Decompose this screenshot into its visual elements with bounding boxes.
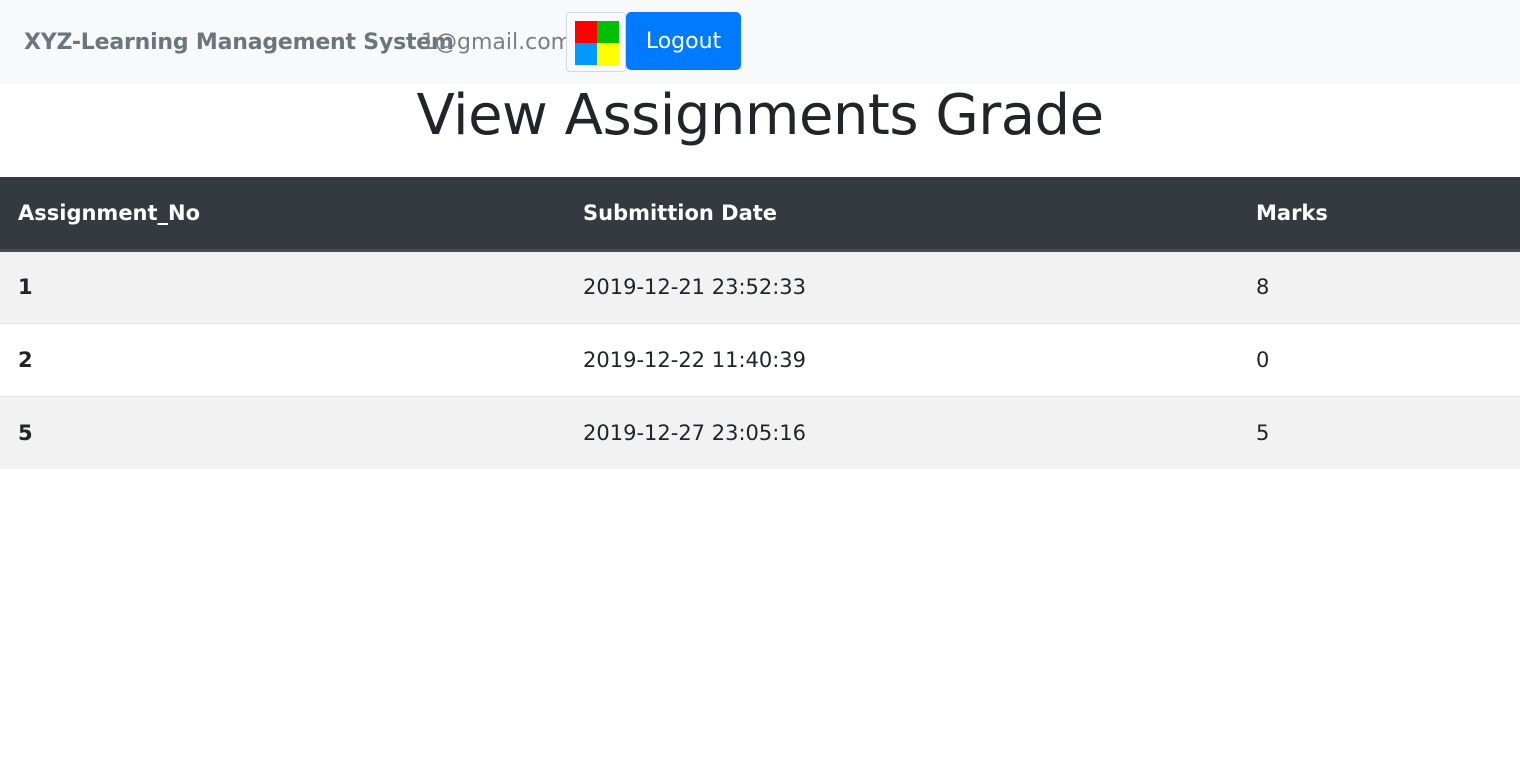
table-row: 1 2019-12-21 23:52:33 8 xyxy=(0,249,1520,323)
logo-red-square xyxy=(575,21,597,43)
cell-marks: 8 xyxy=(1238,249,1520,323)
table-row: 2 2019-12-22 11:40:39 0 xyxy=(0,322,1520,396)
cell-submission-date: 2019-12-22 11:40:39 xyxy=(565,322,1238,396)
cell-submission-date: 2019-12-21 23:52:33 xyxy=(565,249,1238,323)
cell-marks: 0 xyxy=(1238,322,1520,396)
page-title: View Assignments Grade xyxy=(416,83,1104,148)
brand-title[interactable]: XYZ-Learning Management System xyxy=(24,30,454,55)
cell-marks: 5 xyxy=(1238,395,1520,469)
table-row: 5 2019-12-27 23:05:16 5 xyxy=(0,395,1520,469)
avatar-button[interactable] xyxy=(566,12,626,72)
logo-green-square xyxy=(597,21,619,43)
logo-blue-square xyxy=(575,43,597,65)
logo-yellow-square xyxy=(597,43,619,65)
grades-table: Assignment_No Submittion Date Marks 1 20… xyxy=(0,177,1520,469)
table-header-row: Assignment_No Submittion Date Marks xyxy=(0,177,1520,252)
cell-assignment-no: 1 xyxy=(0,249,565,323)
user-email: 1@gmail.com xyxy=(421,30,573,55)
cell-submission-date: 2019-12-27 23:05:16 xyxy=(565,395,1238,469)
logout-button[interactable]: Logout xyxy=(626,12,741,70)
navbar: XYZ-Learning Management System 1@gmail.c… xyxy=(0,0,1520,84)
header-submission-date: Submittion Date xyxy=(565,177,1238,252)
header-marks: Marks xyxy=(1238,177,1520,252)
cell-assignment-no: 2 xyxy=(0,322,565,396)
windows-logo-icon xyxy=(575,21,619,65)
header-assignment-no: Assignment_No xyxy=(0,177,565,252)
cell-assignment-no: 5 xyxy=(0,395,565,469)
